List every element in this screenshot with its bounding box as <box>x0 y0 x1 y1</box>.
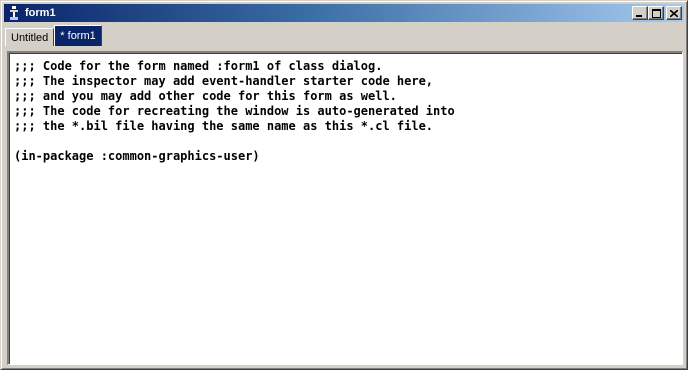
tab-form1[interactable]: * form1 <box>54 25 102 46</box>
code-editor[interactable]: ;;; Code for the form named :form1 of cl… <box>7 51 683 365</box>
code-line: ;;; Code for the form named :form1 of cl… <box>14 59 383 73</box>
code-line: ;;; and you may add other code for this … <box>14 89 397 103</box>
code-line: (in-package :common-graphics-user) <box>14 149 260 163</box>
tab-untitled[interactable]: Untitled <box>5 28 55 46</box>
tab-strip: Untitled * form1 <box>5 25 102 46</box>
code-line: ;;; the *.bil file having the same name … <box>14 119 434 133</box>
maximize-icon <box>651 8 661 18</box>
lisp-app-icon <box>6 5 22 21</box>
editor-window: form1 Untitled * form1 ;;; Code for the … <box>0 0 688 370</box>
close-icon <box>670 9 678 17</box>
maximize-button[interactable] <box>648 6 664 20</box>
caption-buttons <box>632 6 682 20</box>
title-bar[interactable]: form1 <box>4 4 684 22</box>
window-title: form1 <box>25 7 56 19</box>
minimize-icon <box>636 14 642 17</box>
close-button[interactable] <box>666 6 682 20</box>
code-line: ;;; The inspector may add event-handler … <box>14 74 434 88</box>
minimize-button[interactable] <box>632 6 648 20</box>
code-line: ;;; The code for recreating the window i… <box>14 104 455 118</box>
